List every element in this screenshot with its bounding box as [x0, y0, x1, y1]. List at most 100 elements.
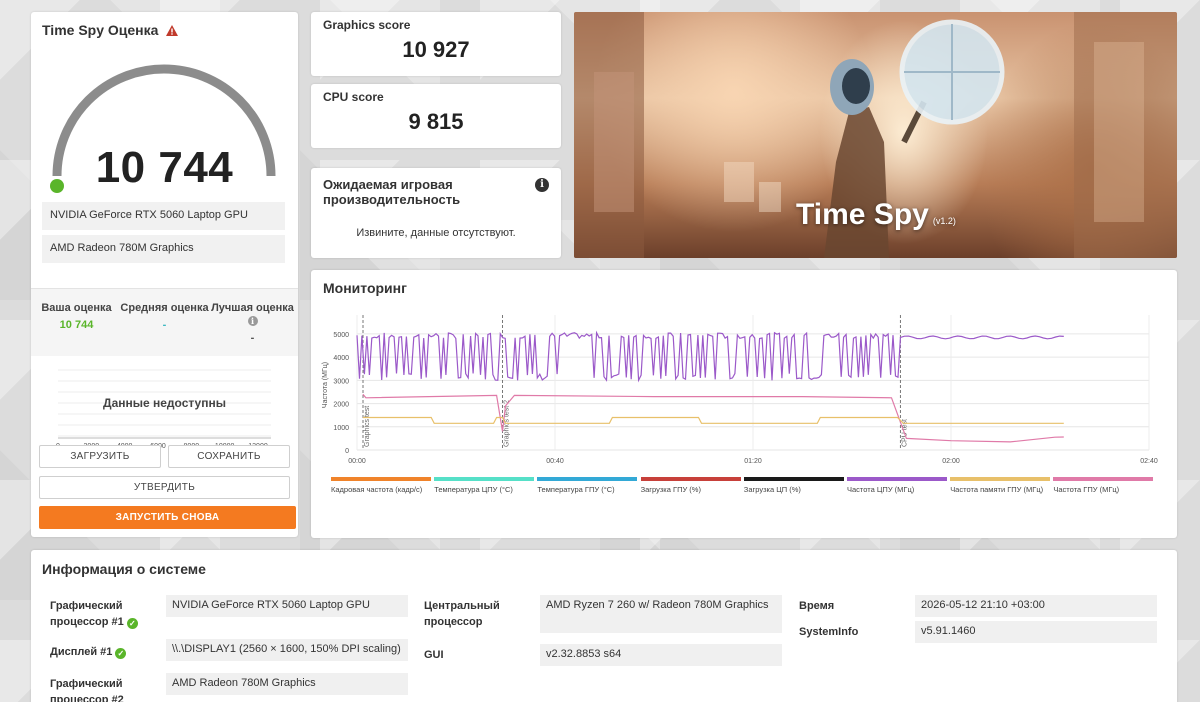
legend-label: Частота ГПУ (МГц)	[1053, 485, 1120, 494]
stat-your-score-value: 10 744	[59, 319, 94, 331]
legend-item[interactable]: Загрузка ЦП (%)	[743, 477, 844, 494]
legend-label: Температура ГПУ (°C)	[537, 485, 615, 494]
save-button[interactable]: СОХРАНИТЬ	[168, 445, 290, 468]
display1-label-text: Дисплей #1	[50, 646, 113, 658]
mon-x-tick: 00:00	[348, 458, 366, 465]
benchmark-banner: Time Spy (v1.2)	[574, 12, 1177, 258]
check-icon: ✓	[126, 618, 138, 629]
stat-your-score: Ваша оценка 10 744	[32, 302, 121, 332]
gpu-primary: NVIDIA GeForce RTX 5060 Laptop GPU	[42, 202, 285, 230]
mon-y-tick: 1000	[333, 425, 349, 432]
legend-item[interactable]: Температура ГПУ (°C)	[537, 477, 638, 494]
legend-item[interactable]: Загрузка ГПУ (%)	[640, 477, 741, 494]
banner-title: Time Spy (v1.2)	[796, 198, 956, 232]
system-info-panel: Информация о системе Графический процесс…	[31, 550, 1177, 702]
systeminfo-label: SystemInfo	[799, 626, 859, 638]
load-button[interactable]: ЗАГРУЗИТЬ	[39, 445, 161, 468]
legend-item[interactable]: Кадровая частота (кадр/с)	[331, 477, 431, 494]
mon-y-label: Частота (МГц)	[322, 362, 329, 408]
mon-x-tick: 02:00	[942, 458, 960, 465]
mon-x-tick: 02:40	[1140, 458, 1158, 465]
expected-performance-title: Ожидаемая игровая производительность	[323, 177, 461, 207]
mon-x-tick: 00:40	[546, 458, 564, 465]
cpu-score-label: CPU score	[323, 90, 384, 104]
mon-y-tick: 0	[345, 448, 349, 455]
legend-swatch	[1053, 477, 1154, 481]
banner-version: (v1.2)	[932, 216, 956, 226]
legend-swatch	[847, 477, 947, 481]
legend-swatch	[950, 477, 1051, 481]
mon-x-tick: 01:20	[744, 458, 762, 465]
legend-swatch	[537, 477, 638, 481]
graphics-score-label: Graphics score	[323, 18, 411, 32]
legend-label: Температура ЦПУ (°C)	[434, 485, 513, 494]
warning-icon[interactable]	[166, 23, 179, 39]
legend-label: Частота ЦПУ (МГц)	[847, 485, 915, 494]
gpu1-value: NVIDIA GeForce RTX 5060 Laptop GPU	[166, 595, 408, 617]
score-panel: Time Spy Оценка 10 744 NVIDIA GeForce RT…	[31, 12, 298, 537]
time-value: 2026-05-12 21:10 +03:00	[915, 595, 1157, 617]
run-again-button[interactable]: ЗАПУСТИТЬ СНОВА	[39, 506, 296, 529]
time-label: Время	[799, 600, 835, 612]
no-data-text: Данные недоступны	[103, 396, 226, 410]
gpu1-label: Графический процессор #1 ✓	[50, 598, 160, 630]
system-info-title: Информация о системе	[42, 561, 206, 577]
score-title: Time Spy Оценка	[42, 22, 179, 39]
legend-item[interactable]: Температура ЦПУ (°C)	[434, 477, 535, 494]
series-cpu-frequency	[356, 330, 1064, 383]
gui-label: GUI	[424, 649, 444, 661]
banner-title-text: Time Spy	[796, 198, 929, 231]
info-icon[interactable]: i	[247, 316, 258, 326]
stat-best-score-label-text: Лучшая оценка	[211, 302, 294, 314]
legend-swatch	[331, 477, 431, 481]
expected-performance-card: Ожидаемая игровая производительность i И…	[311, 168, 561, 258]
mon-y-tick: 3000	[333, 378, 349, 385]
legend-swatch	[434, 477, 535, 481]
stat-average-score-label: Средняя оценка	[120, 302, 209, 314]
systeminfo-value: v5.91.1460	[915, 621, 1157, 643]
mon-y-tick: 2000	[333, 402, 349, 409]
monitoring-chart: 0 1000 2000 3000 4000 5000 00:00 00:40 01:20 02:0…	[322, 315, 1158, 465]
legend-label: Загрузка ГПУ (%)	[640, 485, 701, 494]
legend-item[interactable]: Частота ГПУ (МГц)	[1053, 477, 1154, 494]
gpu1-label-text: Графический процессор #1	[50, 600, 124, 628]
legend-swatch	[743, 477, 844, 481]
legend-item[interactable]: Частота ЦПУ (МГц)	[847, 477, 947, 494]
mon-y-tick: 4000	[333, 355, 349, 362]
legend-item[interactable]: Частота памяти ГПУ (МГц)	[950, 477, 1051, 494]
mon-test-marker-label: Graphics test	[364, 406, 371, 447]
stat-best-score-value: -	[250, 332, 255, 344]
stat-best-score-label: Лучшая оценка i	[208, 302, 297, 328]
graphics-score-card: Graphics score 10 927	[311, 12, 561, 76]
score-title-text: Time Spy Оценка	[42, 22, 159, 38]
graphics-score-value: 10 927	[402, 37, 470, 62]
cpu-value: AMD Ryzen 7 260 w/ Radeon 780M Graphics	[540, 595, 782, 633]
gui-value: v2.32.8853 s64	[540, 644, 782, 666]
expected-performance-message: Извините, данные отсутствуют.	[356, 227, 516, 239]
cpu-score-value: 9 815	[408, 109, 464, 134]
mon-y-tick: 5000	[333, 332, 349, 339]
check-icon: ✓	[115, 648, 127, 659]
series-gpu-memory-frequency	[362, 416, 1064, 424]
stat-your-score-label: Ваша оценка	[41, 302, 112, 314]
legend-swatch	[640, 477, 741, 481]
legend-label: Кадровая частота (кадр/с)	[331, 485, 423, 494]
gpu-secondary: AMD Radeon 780M Graphics	[42, 235, 285, 263]
legend-label: Загрузка ЦП (%)	[743, 485, 801, 494]
display1-label: Дисплей #1 ✓	[50, 644, 160, 660]
stat-best-score: Лучшая оценка i -	[208, 302, 297, 345]
score-stats: Ваша оценка 10 744 Средняя оценка - Лучш…	[31, 288, 298, 356]
info-icon[interactable]: i	[535, 178, 549, 192]
total-score: 10 744	[95, 143, 234, 192]
validate-button[interactable]: УТВЕРДИТЬ	[39, 476, 290, 499]
stat-average-score: Средняя оценка -	[120, 302, 209, 332]
cpu-label: Центральный процессор	[424, 600, 500, 628]
gpu2-label: Графический процессор #2	[50, 678, 124, 702]
cpu-score-card: CPU score 9 815	[311, 84, 561, 148]
stat-average-score-value: -	[162, 319, 167, 331]
monitoring-panel: Мониторинг 0 1000 2000 3000 4000 5000 00:00 00:…	[311, 270, 1177, 538]
display1-value: \\.\DISPLAY1 (2560 × 1600, 150% DPI scal…	[166, 639, 408, 661]
series-gpu-frequency	[362, 393, 1064, 443]
gpu2-value: AMD Radeon 780M Graphics	[166, 673, 408, 695]
legend-label: Частота памяти ГПУ (МГц)	[950, 485, 1044, 494]
